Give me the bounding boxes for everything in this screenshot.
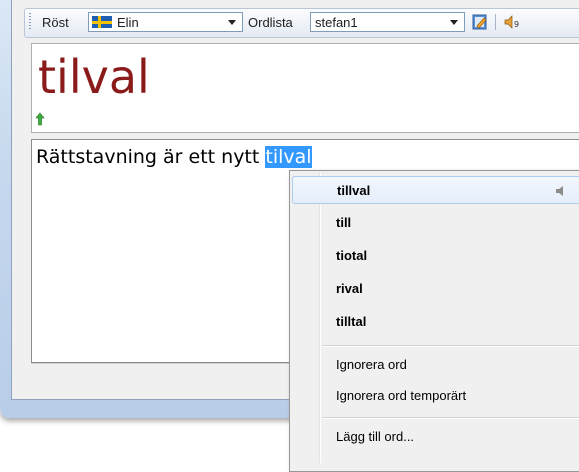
spelling-context-menu: tillval till tiotal rival tilltal Ignore… xyxy=(289,170,579,472)
toolbar: Röst Elin Ordlista stefan1 9 xyxy=(24,8,579,38)
menu-separator xyxy=(322,345,579,347)
selected-misspelled-word[interactable]: tilval xyxy=(265,146,312,168)
speaker-icon[interactable] xyxy=(555,185,569,197)
suggestion-item[interactable]: tiotal xyxy=(292,242,579,270)
add-word-item[interactable]: Lägg till ord... xyxy=(292,423,579,451)
wordlist-label: Ordlista xyxy=(248,15,293,30)
suggestion-label: tiotal xyxy=(336,248,368,263)
chevron-down-icon[interactable] xyxy=(450,20,458,25)
chevron-down-icon[interactable] xyxy=(228,20,236,25)
ignore-word-temporary-item[interactable]: Ignorera ord temporärt xyxy=(292,382,579,410)
voice-select-value: Elin xyxy=(117,15,139,30)
suggestion-label: tilltal xyxy=(336,314,367,329)
ignore-word-item[interactable]: Ignorera ord xyxy=(292,351,579,379)
menu-item-label: Ignorera ord temporärt xyxy=(336,388,467,403)
toolbar-separator xyxy=(495,14,496,30)
current-word: tilval xyxy=(38,50,150,104)
speaker-settings-icon[interactable]: 9 xyxy=(503,13,521,31)
word-display-panel: tilval xyxy=(31,43,579,133)
menu-separator xyxy=(322,417,579,419)
suggestion-item[interactable]: till xyxy=(292,209,579,237)
voice-label: Röst xyxy=(42,15,69,30)
editor-text: Rättstavning är ett nytt xyxy=(36,146,266,168)
suggestion-label: tillval xyxy=(337,183,371,198)
edit-list-icon[interactable] xyxy=(471,13,489,31)
swedish-flag-icon xyxy=(92,16,112,28)
svg-text:9: 9 xyxy=(514,20,519,29)
wordlist-select-value: stefan1 xyxy=(315,15,358,30)
suggestion-item[interactable]: tillval xyxy=(292,176,579,204)
menu-item-label: Lägg till ord... xyxy=(336,429,415,444)
toolbar-grip[interactable] xyxy=(29,13,31,31)
menu-item-label: Ignorera ord xyxy=(336,357,407,372)
suggestion-label: rival xyxy=(336,281,363,296)
suggestion-item[interactable]: tilltal xyxy=(292,308,579,336)
suggestion-item[interactable]: rival xyxy=(292,275,579,303)
wordlist-select[interactable]: stefan1 xyxy=(310,12,465,32)
up-arrow-icon[interactable] xyxy=(35,111,45,126)
editor-line: Rättstavning är ett nytt tilval xyxy=(36,146,312,168)
suggestion-label: till xyxy=(336,215,352,230)
voice-select[interactable]: Elin xyxy=(88,12,243,32)
